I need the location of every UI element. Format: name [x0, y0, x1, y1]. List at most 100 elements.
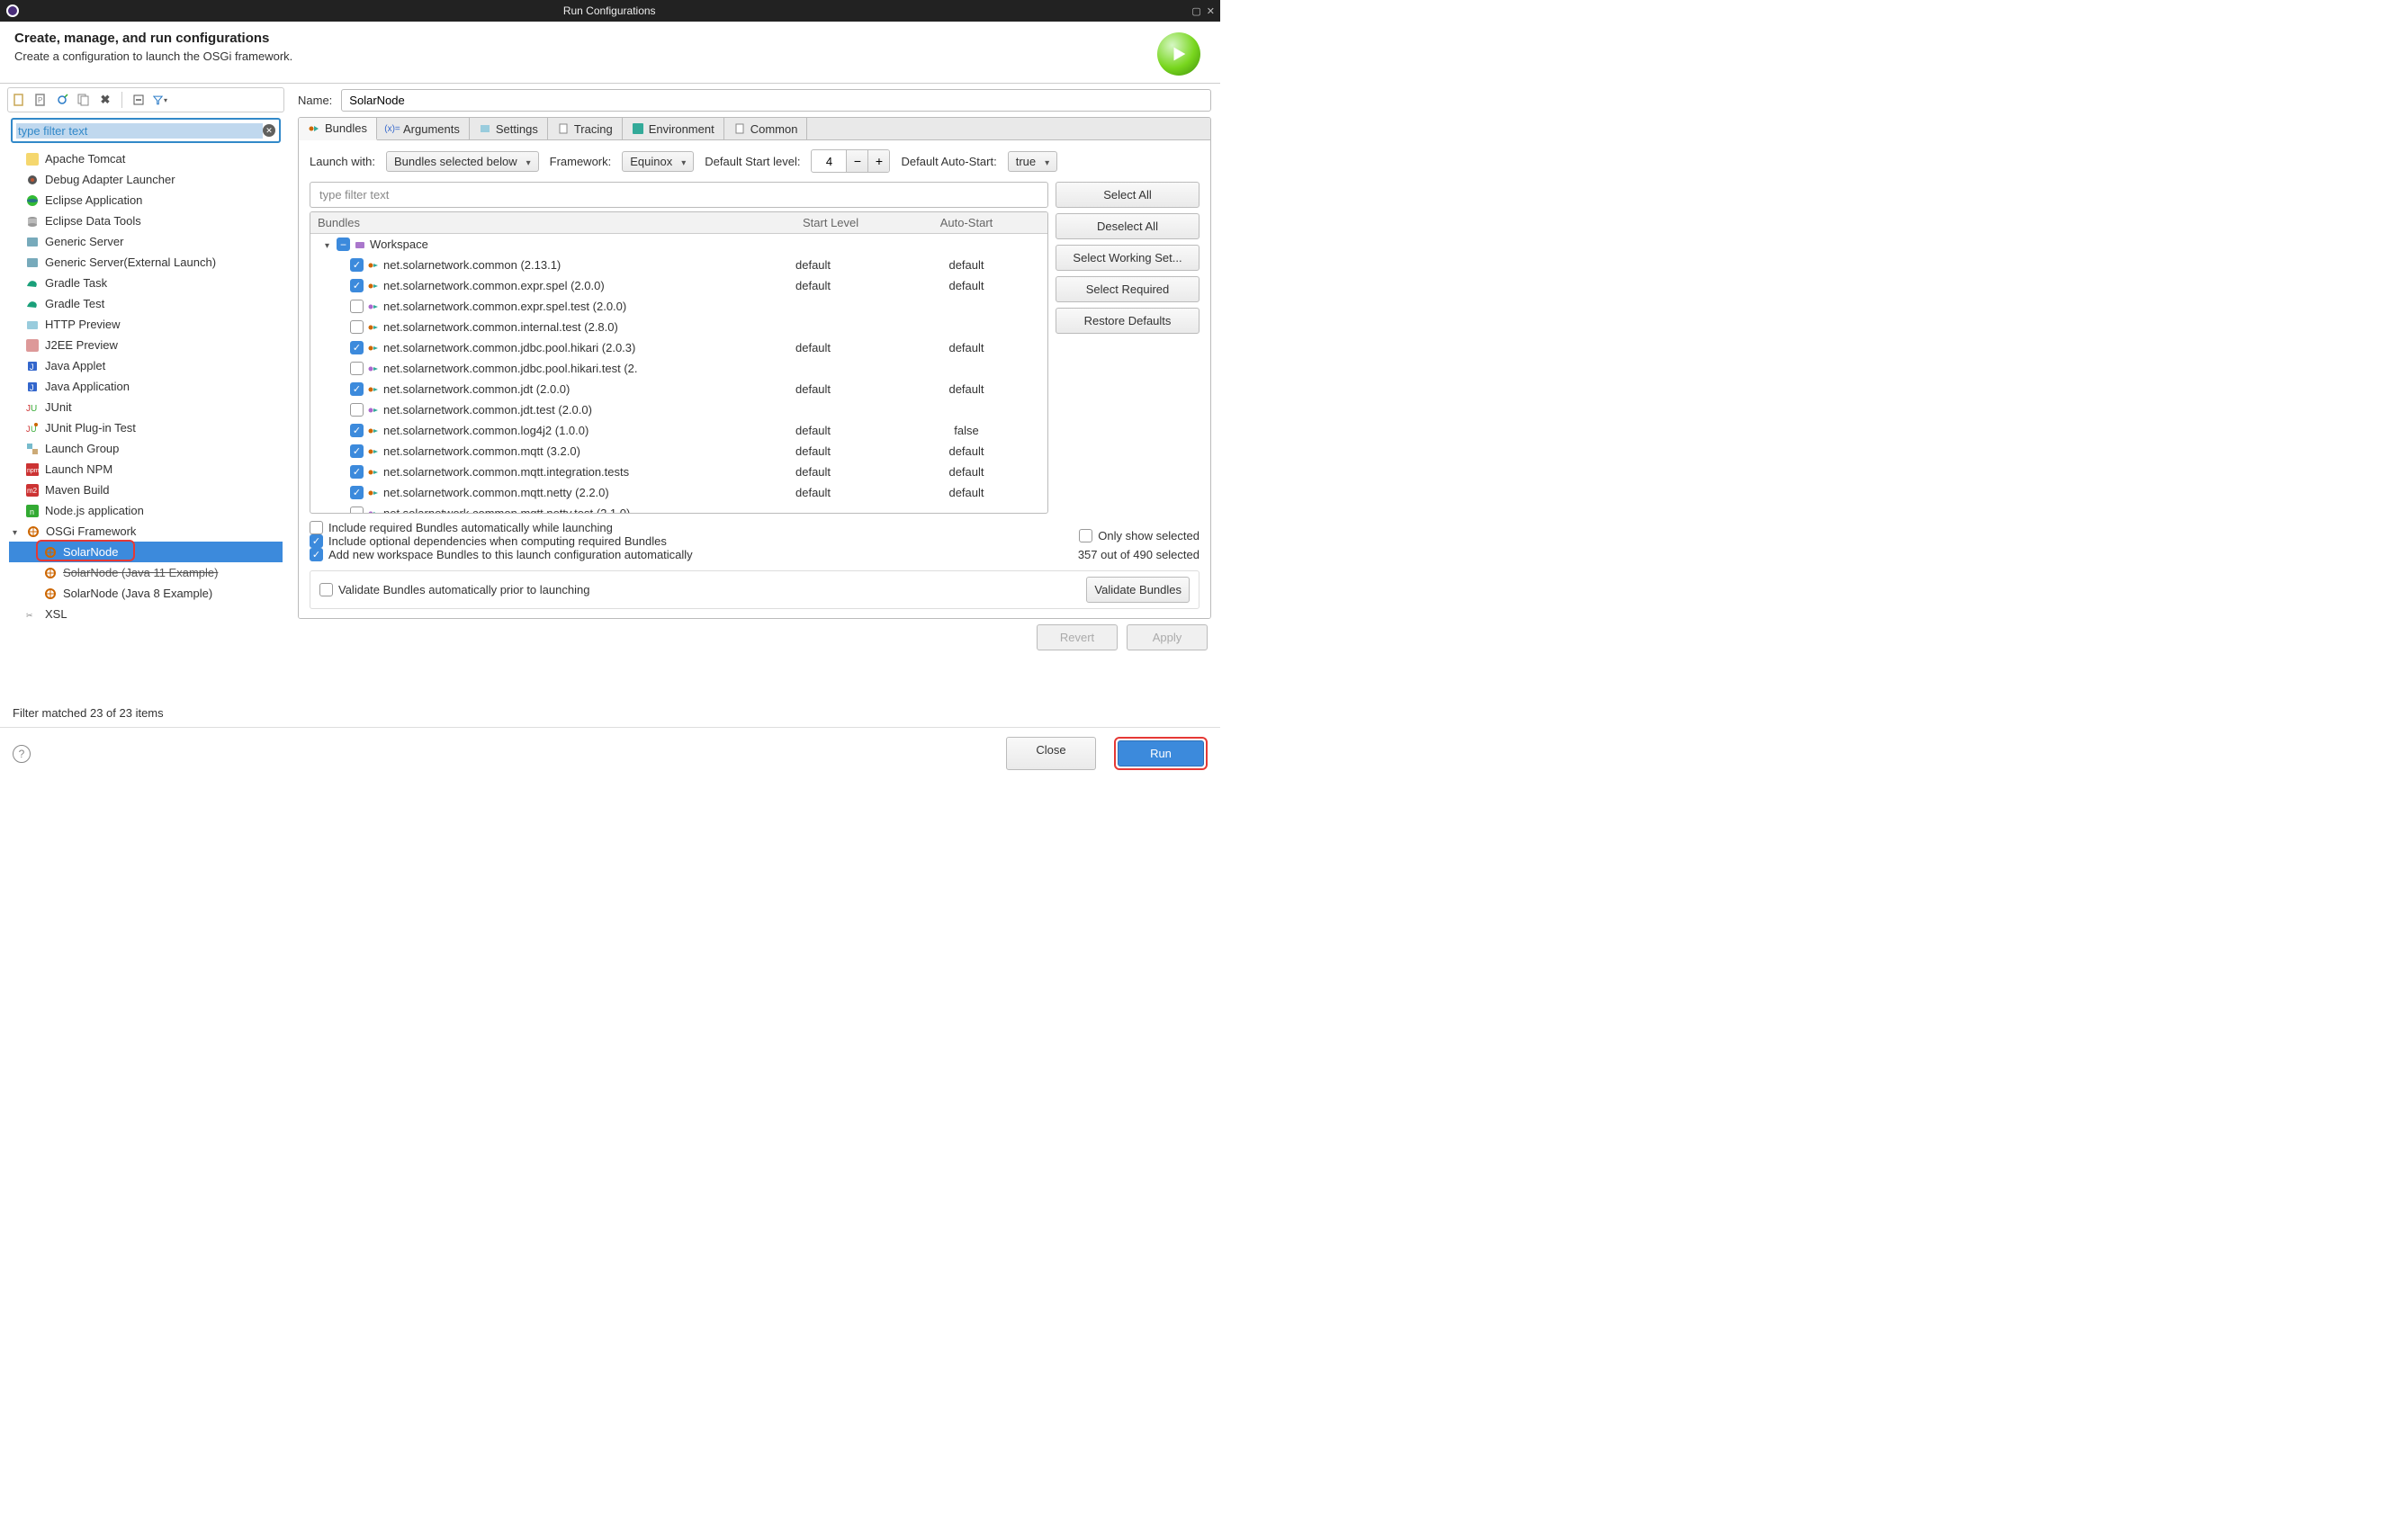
validate-auto-checkbox[interactable]: [319, 583, 333, 596]
config-type[interactable]: JJava Application: [9, 376, 283, 397]
bundle-checkbox[interactable]: [350, 362, 364, 375]
config-filter-wrapper: ✕: [11, 118, 281, 143]
start-level-spinner[interactable]: − +: [811, 149, 890, 173]
include-required-checkbox[interactable]: [310, 521, 323, 534]
config-filter-input[interactable]: [16, 123, 263, 139]
workspace-row[interactable]: Workspace: [310, 234, 1047, 255]
help-button[interactable]: ?: [13, 745, 31, 763]
run-hero-icon: [1157, 32, 1200, 76]
config-type[interactable]: Eclipse Application: [9, 190, 283, 211]
bundle-row[interactable]: net.solarnetwork.common.mqtt.netty.test …: [310, 503, 1047, 513]
bundle-filter-input[interactable]: type filter text: [310, 182, 1048, 208]
tab-tracing[interactable]: Tracing: [548, 118, 623, 139]
run-button[interactable]: Run: [1118, 740, 1204, 766]
config-item[interactable]: SolarNode: [9, 542, 283, 562]
framework-combo[interactable]: Equinox: [622, 151, 694, 172]
select-working-set-button[interactable]: Select Working Set...: [1056, 245, 1200, 271]
window-title: Run Configurations: [27, 4, 1191, 17]
clear-filter-button[interactable]: ✕: [263, 124, 275, 137]
config-type[interactable]: Generic Server(External Launch): [9, 252, 283, 273]
config-tree: Apache TomcatDebug Adapter LauncherEclip…: [7, 148, 284, 703]
workspace-checkbox[interactable]: [337, 238, 350, 251]
config-item[interactable]: SolarNode (Java 11 Example): [9, 562, 283, 583]
auto-start-combo[interactable]: true: [1008, 151, 1057, 172]
bundle-checkbox[interactable]: [350, 465, 364, 479]
config-item[interactable]: SolarNode (Java 8 Example): [9, 583, 283, 604]
tab-arguments[interactable]: (x)=Arguments: [377, 118, 470, 139]
config-type[interactable]: Generic Server: [9, 231, 283, 252]
bundle-checkbox[interactable]: [350, 320, 364, 334]
select-required-button[interactable]: Select Required: [1056, 276, 1200, 302]
duplicate-button[interactable]: [76, 93, 91, 107]
new-proto-button[interactable]: P: [33, 93, 48, 107]
apply-button[interactable]: Apply: [1127, 624, 1208, 650]
tab-common[interactable]: Common: [724, 118, 808, 139]
config-type[interactable]: Debug Adapter Launcher: [9, 169, 283, 190]
config-type[interactable]: m2Maven Build: [9, 480, 283, 500]
config-type[interactable]: Apache Tomcat: [9, 148, 283, 169]
config-type[interactable]: nNode.js application: [9, 500, 283, 521]
bundle-row[interactable]: net.solarnetwork.common.jdbc.pool.hikari…: [310, 358, 1047, 379]
close-button[interactable]: Close: [1006, 737, 1096, 770]
bundle-checkbox[interactable]: [350, 279, 364, 292]
deselect-all-button[interactable]: Deselect All: [1056, 213, 1200, 239]
launch-with-combo[interactable]: Bundles selected below: [386, 151, 539, 172]
bundle-row[interactable]: net.solarnetwork.common.mqtt.netty (2.2.…: [310, 482, 1047, 503]
revert-button[interactable]: Revert: [1037, 624, 1118, 650]
config-type[interactable]: JUJUnit: [9, 397, 283, 417]
config-type-osgi[interactable]: OSGi Framework: [9, 521, 283, 542]
bundle-row[interactable]: net.solarnetwork.common.expr.spel.test (…: [310, 296, 1047, 317]
tab-icon: [308, 122, 320, 135]
bundle-checkbox[interactable]: [350, 341, 364, 354]
tab-bundles[interactable]: Bundles: [299, 118, 377, 140]
bundle-row[interactable]: net.solarnetwork.common.mqtt.integration…: [310, 462, 1047, 482]
collapse-all-button[interactable]: [131, 93, 146, 107]
spinner-plus[interactable]: +: [867, 150, 889, 172]
filter-dropdown-button[interactable]: ▾: [153, 93, 167, 107]
bundle-checkbox[interactable]: [350, 424, 364, 437]
bundle-checkbox[interactable]: [350, 300, 364, 313]
minimize-button[interactable]: ▢: [1191, 5, 1200, 17]
close-window-button[interactable]: ✕: [1207, 5, 1215, 17]
bundle-row[interactable]: net.solarnetwork.common.log4j2 (1.0.0)de…: [310, 420, 1047, 441]
config-type[interactable]: npmLaunch NPM: [9, 459, 283, 480]
config-type[interactable]: ✂XSL: [9, 604, 283, 624]
bundle-row[interactable]: net.solarnetwork.common.mqtt (3.2.0)defa…: [310, 441, 1047, 462]
config-type[interactable]: J2EE Preview: [9, 335, 283, 355]
bundle-checkbox[interactable]: [350, 507, 364, 513]
config-name-input[interactable]: [341, 89, 1211, 112]
config-type[interactable]: HTTP Preview: [9, 314, 283, 335]
bundle-row[interactable]: net.solarnetwork.common.jdt.test (2.0.0): [310, 399, 1047, 420]
config-type[interactable]: Gradle Test: [9, 293, 283, 314]
bundle-checkbox[interactable]: [350, 444, 364, 458]
bundle-row[interactable]: net.solarnetwork.common.expr.spel (2.0.0…: [310, 275, 1047, 296]
spinner-minus[interactable]: −: [846, 150, 867, 172]
svg-text:m2: m2: [27, 487, 38, 495]
include-optional-checkbox[interactable]: [310, 534, 323, 548]
tab-settings[interactable]: Settings: [470, 118, 548, 139]
bundle-checkbox[interactable]: [350, 486, 364, 499]
bundle-checkbox[interactable]: [350, 258, 364, 272]
bundle-row[interactable]: net.solarnetwork.common.jdbc.pool.hikari…: [310, 337, 1047, 358]
bundle-checkbox[interactable]: [350, 382, 364, 396]
restore-defaults-button[interactable]: Restore Defaults: [1056, 308, 1200, 334]
add-new-workspace-checkbox[interactable]: [310, 548, 323, 561]
config-type[interactable]: Eclipse Data Tools: [9, 211, 283, 231]
export-button[interactable]: [55, 93, 69, 107]
config-icon: [25, 338, 40, 353]
bundle-row[interactable]: net.solarnetwork.common.jdt (2.0.0)defau…: [310, 379, 1047, 399]
config-type[interactable]: Launch Group: [9, 438, 283, 459]
new-config-button[interactable]: [12, 93, 26, 107]
bundle-row[interactable]: net.solarnetwork.common.internal.test (2…: [310, 317, 1047, 337]
config-type[interactable]: JJava Applet: [9, 355, 283, 376]
bundle-checkbox[interactable]: [350, 403, 364, 417]
tab-environment[interactable]: Environment: [623, 118, 724, 139]
config-type[interactable]: Gradle Task: [9, 273, 283, 293]
delete-button[interactable]: ✖: [98, 93, 112, 107]
bundle-row[interactable]: net.solarnetwork.common (2.13.1)defaultd…: [310, 255, 1047, 275]
start-level-input[interactable]: [812, 152, 846, 171]
validate-bundles-button[interactable]: Validate Bundles: [1086, 577, 1190, 603]
only-show-selected-checkbox[interactable]: [1079, 529, 1092, 542]
select-all-button[interactable]: Select All: [1056, 182, 1200, 208]
config-type[interactable]: JUJUnit Plug-in Test: [9, 417, 283, 438]
